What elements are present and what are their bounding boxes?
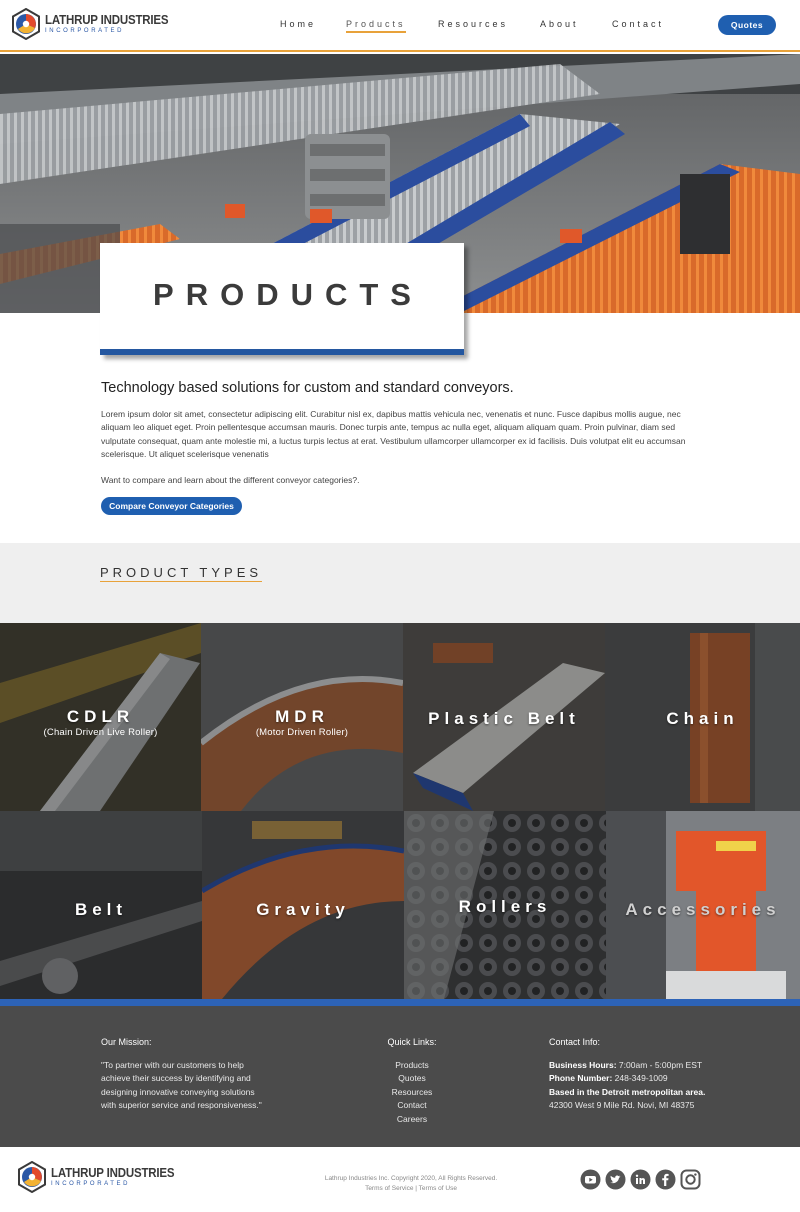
footer-accent-stripe bbox=[0, 999, 800, 1006]
footer-mission-text: "To partner with our customers to help a… bbox=[101, 1059, 262, 1111]
tile-mdr[interactable]: MDR (Motor Driven Roller) bbox=[201, 623, 403, 811]
terms-links[interactable]: Terms of Service | Terms of Use bbox=[300, 1184, 522, 1194]
footer-quick-links: Quick Links: Products Quotes Resources C… bbox=[380, 1036, 444, 1126]
site-footer: Our Mission: "To partner with our custom… bbox=[0, 1006, 800, 1147]
tile-belt[interactable]: Belt bbox=[0, 811, 202, 999]
tile-cdlr-sub: (Chain Driven Live Roller) bbox=[43, 727, 158, 738]
footer-links-title: Quick Links: bbox=[387, 1037, 437, 1047]
tile-rollers-label: Rollers bbox=[458, 897, 552, 916]
tile-plastic-belt[interactable]: Plastic Belt bbox=[403, 623, 605, 811]
tile-chain[interactable]: Chain bbox=[605, 623, 800, 811]
youtube-icon[interactable] bbox=[580, 1169, 601, 1190]
nav-about[interactable]: About bbox=[540, 19, 579, 29]
copyright: Lathrup Industries Inc. Copyright 2020, … bbox=[300, 1174, 522, 1194]
twitter-icon[interactable] bbox=[605, 1169, 626, 1190]
site-logo[interactable]: LATHRUP INDUSTRIES INCORPORATED bbox=[10, 8, 179, 40]
logo-subtitle: INCORPORATED bbox=[45, 27, 125, 34]
tile-gravity-label: Gravity bbox=[256, 900, 350, 919]
intro-body: Lorem ipsum dolor sit amet, consectetur … bbox=[101, 409, 686, 459]
site-header: LATHRUP INDUSTRIES INCORPORATED Home Pro… bbox=[0, 0, 800, 52]
product-types-band: PRODUCT TYPES bbox=[0, 543, 800, 623]
product-types-grid: CDLR (Chain Driven Live Roller) MDR (Mot… bbox=[0, 623, 800, 999]
footer-contact: Contact Info: Business Hours: 7:00am - 5… bbox=[549, 1036, 749, 1113]
address: 42300 West 9 Mile Rd. Novi, MI 48375 bbox=[549, 1100, 695, 1110]
footer-link-contact[interactable]: Contact bbox=[380, 1099, 444, 1113]
footer-mission: Our Mission: "To partner with our custom… bbox=[101, 1036, 271, 1113]
footer-mission-title: Our Mission: bbox=[101, 1037, 152, 1047]
nav-resources[interactable]: Resources bbox=[438, 19, 508, 29]
copyright-text: Lathrup Industries Inc. Copyright 2020, … bbox=[324, 1175, 498, 1182]
phone-value[interactable]: 248-349-1009 bbox=[615, 1073, 668, 1083]
tile-gravity[interactable]: Gravity bbox=[202, 811, 404, 999]
footer-logo-subtitle: INCORPORATED bbox=[51, 1180, 131, 1187]
page-title: PRODUCTS bbox=[153, 277, 423, 312]
footer-logo-mark-icon bbox=[18, 1161, 46, 1193]
footer-link-resources[interactable]: Resources bbox=[380, 1086, 444, 1100]
footer-contact-title: Contact Info: bbox=[549, 1037, 601, 1047]
tile-chain-label: Chain bbox=[666, 709, 739, 728]
facebook-icon[interactable] bbox=[655, 1169, 676, 1190]
phone-label: Phone Number: bbox=[549, 1073, 613, 1083]
social-links bbox=[580, 1169, 701, 1190]
tile-plastic-belt-label: Plastic Belt bbox=[428, 709, 580, 728]
nav-home[interactable]: Home bbox=[280, 19, 316, 29]
footer-logo[interactable]: LATHRUP INDUSTRIES INCORPORATED bbox=[16, 1161, 185, 1193]
linkedin-icon[interactable] bbox=[630, 1169, 651, 1190]
hours-value: 7:00am - 5:00pm EST bbox=[618, 1059, 703, 1070]
footer-logo-name: LATHRUP INDUSTRIES bbox=[51, 1166, 175, 1181]
nav-products[interactable]: Products bbox=[346, 19, 406, 33]
tile-belt-label: Belt bbox=[74, 900, 128, 919]
instagram-icon[interactable] bbox=[680, 1169, 701, 1190]
tile-rollers[interactable]: Rollers bbox=[404, 811, 606, 999]
footer-link-quotes[interactable]: Quotes bbox=[380, 1072, 444, 1086]
product-types-heading: PRODUCT TYPES bbox=[100, 565, 263, 582]
tile-cdlr[interactable]: CDLR (Chain Driven Live Roller) bbox=[0, 623, 201, 811]
footer-link-products[interactable]: Products bbox=[380, 1059, 444, 1073]
bottom-bar: LATHRUP INDUSTRIES INCORPORATED Lathrup … bbox=[0, 1147, 800, 1212]
intro-heading: Technology based solutions for custom an… bbox=[101, 380, 514, 396]
nav-contact[interactable]: Contact bbox=[612, 19, 664, 29]
quotes-button[interactable]: Quotes bbox=[718, 15, 776, 35]
tile-mdr-sub: (Motor Driven Roller) bbox=[255, 727, 349, 738]
hours-label: Business Hours: bbox=[549, 1059, 617, 1070]
tile-accessories[interactable]: Accessories bbox=[606, 811, 800, 999]
tile-mdr-label: MDR bbox=[275, 707, 329, 726]
footer-link-careers[interactable]: Careers bbox=[380, 1113, 444, 1127]
tile-cdlr-label: CDLR bbox=[66, 707, 135, 726]
compare-prompt: Want to compare and learn about the diff… bbox=[101, 475, 360, 485]
compare-categories-button[interactable]: Compare Conveyor Categories bbox=[101, 497, 242, 515]
page-title-card: PRODUCTS bbox=[100, 243, 464, 355]
logo-mark-icon bbox=[12, 8, 40, 40]
tile-accessories-label: Accessories bbox=[625, 900, 781, 919]
location-note: Based in the Detroit metropolitan area. bbox=[549, 1086, 706, 1097]
logo-name: LATHRUP INDUSTRIES bbox=[45, 13, 169, 28]
